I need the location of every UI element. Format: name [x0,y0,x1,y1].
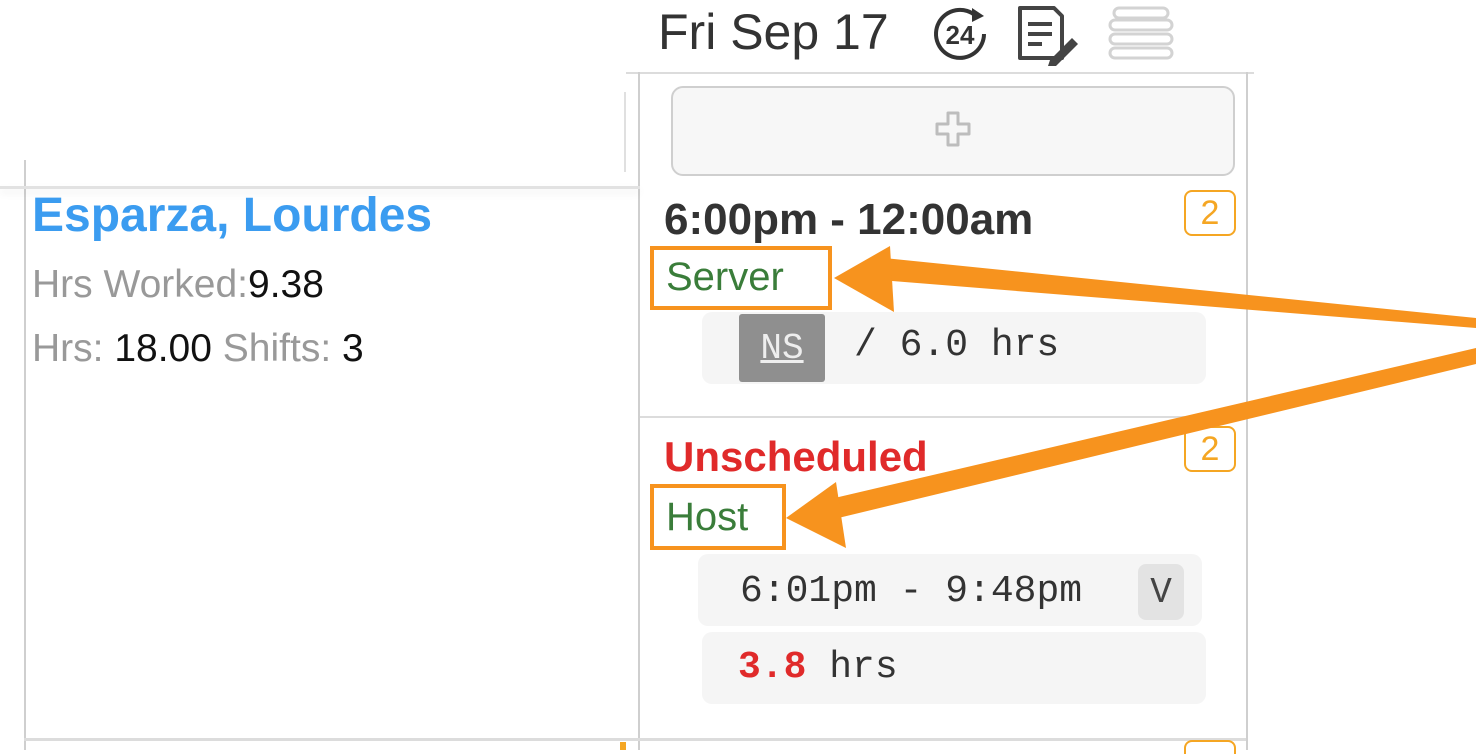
arrow-shaft-server [880,258,1476,328]
arrow-head-server [834,246,894,312]
annotation-arrows [786,246,1476,548]
arrow-shaft-host [826,348,1476,520]
arrow-head-host [786,482,846,548]
